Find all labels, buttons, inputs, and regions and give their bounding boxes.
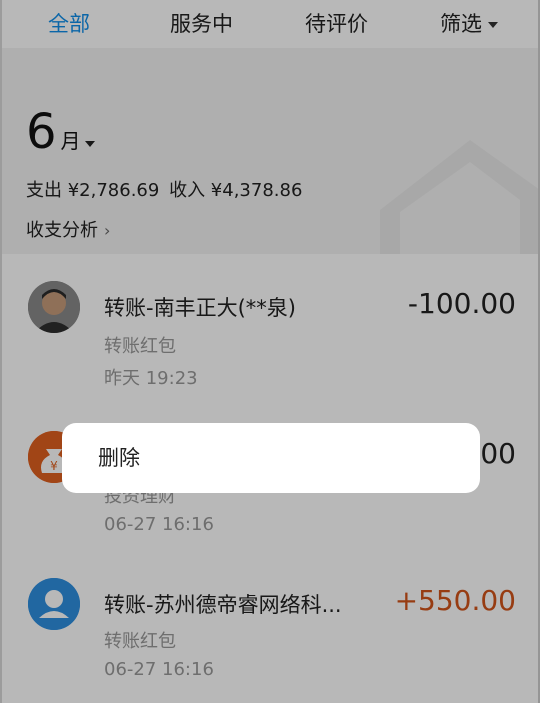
bill-list-screen: 全部 服务中 待评价 筛选 6月 支出 ¥2,786.69 收入 ¥4,378.… bbox=[0, 0, 540, 703]
context-menu: 删除 bbox=[62, 423, 480, 493]
delete-menu-item[interactable]: 删除 bbox=[98, 442, 140, 472]
modal-overlay[interactable] bbox=[0, 0, 540, 703]
